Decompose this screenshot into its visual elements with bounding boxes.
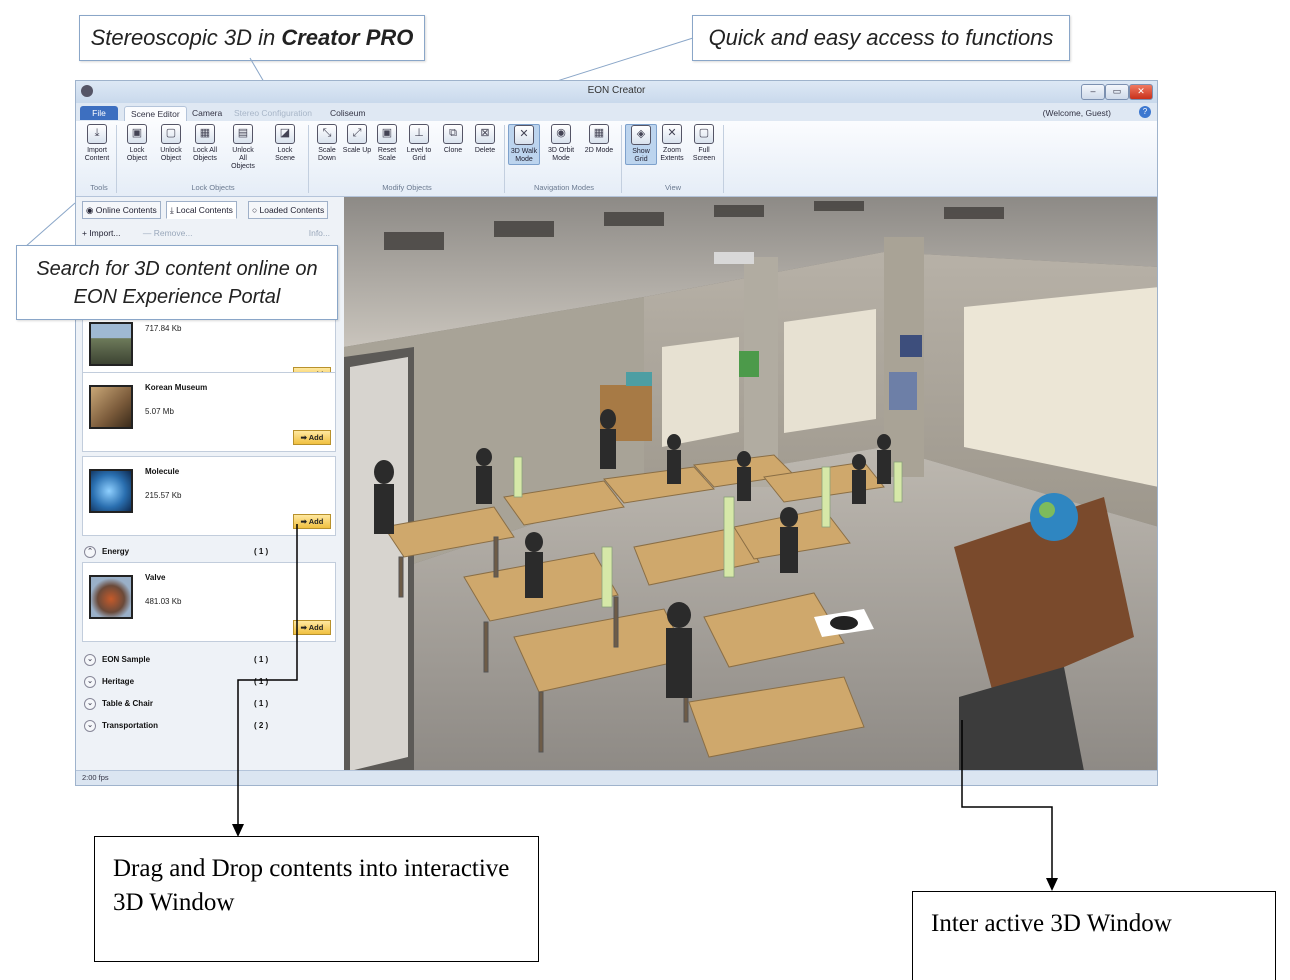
- interactive-3d-caption: Inter active 3D Window: [931, 910, 1172, 937]
- bottom-arrows: [232, 524, 1058, 891]
- interactive-3d-caption-box: Inter active 3D Window: [912, 891, 1276, 980]
- drag-drop-caption-box: Drag and Drop contents into interactive …: [94, 836, 539, 962]
- drag-drop-caption: Drag and Drop contents into interactive …: [113, 855, 510, 916]
